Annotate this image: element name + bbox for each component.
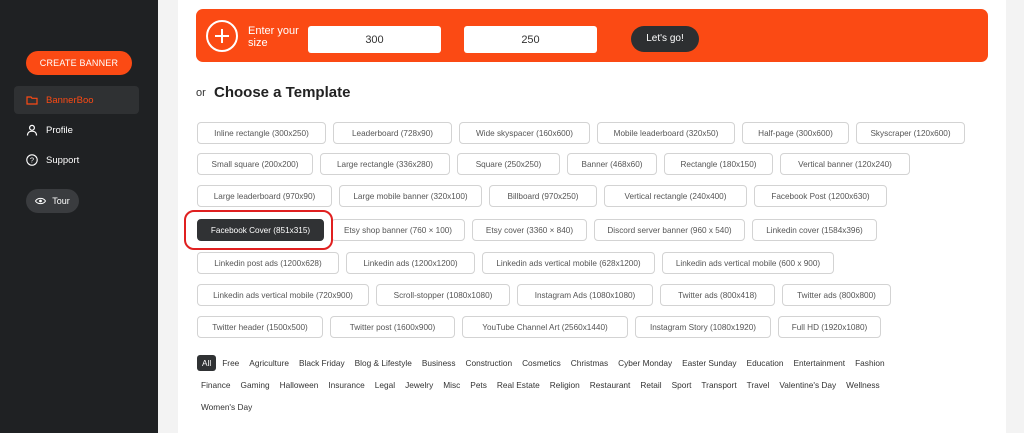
template-chip[interactable]: Small square (200x200) [197,153,313,175]
question-icon: ? [26,154,38,166]
template-chip[interactable]: Large leaderboard (970x90) [197,185,332,207]
template-chip[interactable]: Skyscraper (120x600) [856,122,965,144]
category-tag[interactable]: Real Estate [493,377,544,393]
template-row: Inline rectangle (300x250) Leaderboard (… [197,122,965,144]
category-tag[interactable]: Jewelry [401,377,437,393]
svg-text:?: ? [30,156,34,165]
category-tag[interactable]: Insurance [324,377,368,393]
create-banner-button[interactable]: CREATE BANNER [26,51,132,75]
category-tag[interactable]: Wellness [842,377,884,393]
template-chip[interactable]: Banner (468x60) [567,153,657,175]
category-tag[interactable]: Transport [697,377,740,393]
category-tag[interactable]: Blog & Lifestyle [351,355,416,371]
eye-icon [35,197,47,205]
category-tag[interactable]: Cyber Monday [614,355,676,371]
sidebar-item-label: Support [46,154,80,166]
width-input[interactable] [308,26,441,53]
category-tag[interactable]: Entertainment [789,355,849,371]
template-row: Linkedin post ads (1200x628) Linkedin ad… [197,252,834,274]
template-chip[interactable]: Large rectangle (336x280) [320,153,450,175]
template-chip[interactable]: Wide skyspacer (160x600) [459,122,590,144]
template-chip[interactable]: Twitter header (1500x500) [197,316,323,338]
category-tag[interactable]: Cosmetics [518,355,565,371]
template-chip[interactable]: Half-page (300x600) [742,122,849,144]
category-tag[interactable]: Halloween [276,377,323,393]
template-chip[interactable]: Twitter ads (800x418) [660,284,775,306]
template-chip[interactable]: YouTube Channel Art (2560x1440) [462,316,628,338]
selection-highlight [184,210,333,250]
height-input[interactable] [464,26,597,53]
sidebar-item-label: Profile [46,124,73,136]
template-chip[interactable]: Linkedin cover (1584x396) [752,219,877,241]
template-chip[interactable]: Leaderboard (728x90) [333,122,452,144]
template-chip[interactable]: Instagram Ads (1080x1080) [517,284,653,306]
category-tag[interactable]: Finance [197,377,235,393]
category-row: Finance Gaming Halloween Insurance Legal… [197,377,886,393]
category-tag[interactable]: Retail [636,377,665,393]
category-tag[interactable]: Legal [371,377,399,393]
sidebar-item-profile[interactable]: Profile [14,116,139,144]
template-chip[interactable]: Linkedin ads (1200x1200) [346,252,475,274]
sidebar-item-support[interactable]: ? Support [14,146,139,174]
template-chip[interactable]: Linkedin ads vertical mobile (720x900) [197,284,369,306]
lets-go-button[interactable]: Let's go! [631,26,699,52]
category-tag[interactable]: Black Friday [295,355,349,371]
sidebar-item-bannerboo[interactable]: BannerBoo [14,86,139,114]
template-chip[interactable]: Linkedin ads vertical mobile (600 x 900) [662,252,834,274]
template-chip[interactable]: Instagram Story (1080x1920) [635,316,771,338]
template-chip[interactable]: Inline rectangle (300x250) [197,122,326,144]
template-row: Twitter header (1500x500) Twitter post (… [197,316,881,338]
template-row: Large leaderboard (970x90) Large mobile … [197,185,887,207]
or-label: or [196,87,206,99]
template-chip[interactable]: Rectangle (180x150) [664,153,773,175]
category-tag[interactable]: Gaming [237,377,274,393]
template-chip[interactable]: Linkedin ads vertical mobile (628x1200) [482,252,655,274]
category-tag[interactable]: Pets [466,377,491,393]
template-chip[interactable]: Square (250x250) [457,153,560,175]
user-icon [26,124,38,136]
template-chip[interactable]: Full HD (1920x1080) [778,316,881,338]
template-chip[interactable]: Discord server banner (960 x 540) [594,219,745,241]
category-tag[interactable]: Valentine's Day [775,377,840,393]
category-tag[interactable]: Christmas [567,355,612,371]
template-chip[interactable]: Billboard (970x250) [489,185,597,207]
category-tag[interactable]: Education [743,355,788,371]
template-chip[interactable]: Vertical rectangle (240x400) [604,185,747,207]
category-tag[interactable]: Religion [546,377,584,393]
category-tag[interactable]: Misc [439,377,464,393]
template-row: Small square (200x200) Large rectangle (… [197,153,910,175]
category-tag[interactable]: Business [418,355,460,371]
template-row: Linkedin ads vertical mobile (720x900) S… [197,284,891,306]
template-chip[interactable]: Facebook Post (1200x630) [754,185,887,207]
category-tag[interactable]: Construction [461,355,516,371]
category-tag[interactable]: Free [218,355,243,371]
template-chip[interactable]: Large mobile banner (320x100) [339,185,482,207]
folder-icon [26,96,38,105]
page-title: Choose a Template [214,84,351,101]
plus-icon [206,20,238,52]
category-tag[interactable]: Travel [743,377,774,393]
sidebar: CREATE BANNER BannerBoo Profile ? Suppor… [0,0,158,433]
tour-button[interactable]: Tour [26,189,79,213]
category-row: Women's Day [197,399,258,415]
category-tag[interactable]: Sport [668,377,696,393]
template-chip[interactable]: Etsy cover (3360 × 840) [472,219,587,241]
template-chip[interactable]: Linkedin post ads (1200x628) [197,252,339,274]
template-chip[interactable]: Scroll-stopper (1080x1080) [376,284,510,306]
category-tag-active[interactable]: All [197,355,217,371]
category-row: All Free Agriculture Black Friday Blog &… [197,355,891,371]
sidebar-item-label: BannerBoo [46,94,94,106]
template-chip[interactable]: Twitter post (1600x900) [330,316,455,338]
template-chip[interactable]: Etsy shop banner (760 × 100) [331,219,465,241]
category-tag[interactable]: Restaurant [586,377,635,393]
category-tag[interactable]: Agriculture [245,355,293,371]
tour-label: Tour [52,196,70,206]
category-tag[interactable]: Women's Day [197,399,256,415]
template-chip[interactable]: Vertical banner (120x240) [780,153,910,175]
category-tag[interactable]: Easter Sunday [678,355,740,371]
custom-size-bar: Enter your size × Let's go! [196,9,988,62]
template-chip[interactable]: Mobile leaderboard (320x50) [597,122,735,144]
category-tag[interactable]: Fashion [851,355,889,371]
template-chip[interactable]: Twitter ads (800x800) [782,284,891,306]
